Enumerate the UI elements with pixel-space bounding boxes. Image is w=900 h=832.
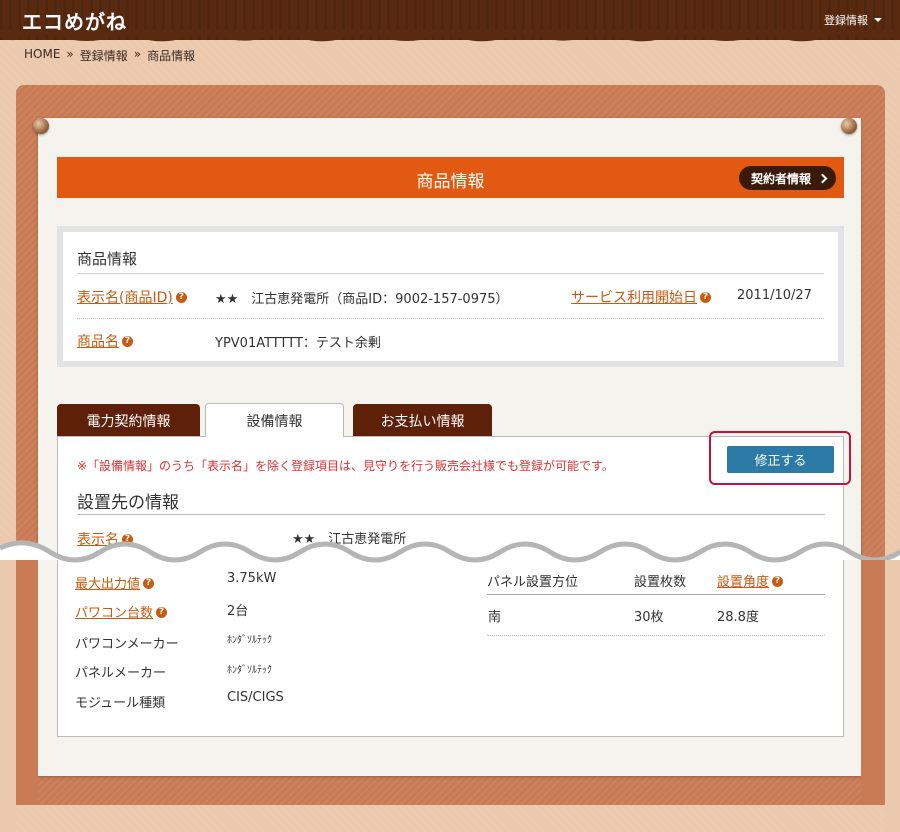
- help-icon[interactable]: ?: [700, 292, 711, 303]
- contractor-info-label: 契約者情報: [750, 171, 811, 186]
- table-cell-count: 30枚: [634, 610, 664, 625]
- pcs-count-link[interactable]: パワコン台数: [75, 606, 153, 621]
- tab-label: 電力契約情報: [86, 413, 171, 430]
- table-header-count: 設置枚数: [634, 575, 687, 590]
- tab-label: 設備情報: [246, 413, 303, 430]
- help-icon[interactable]: ?: [122, 336, 133, 347]
- table-header-angle-link[interactable]: 設置角度: [717, 575, 769, 590]
- breadcrumb-separator: »: [133, 47, 142, 61]
- section-title: 設置先の情報: [77, 493, 179, 513]
- help-icon[interactable]: ?: [156, 607, 168, 618]
- module-type-value: CIS/CIGS: [227, 690, 284, 705]
- service-start-value: 2011/10/27: [737, 288, 812, 303]
- divider: [77, 273, 824, 274]
- tab-label: お支払い情報: [380, 413, 465, 430]
- help-icon[interactable]: ?: [175, 292, 187, 303]
- panel-border: [57, 560, 58, 737]
- max-output-value: 3.75kW: [227, 571, 277, 586]
- chevron-right-icon: [817, 173, 828, 183]
- board-strip: [16, 560, 38, 805]
- caret-down-icon: [874, 18, 882, 22]
- page-title: 商品情報: [416, 172, 485, 192]
- module-type-label: モジュール種類: [75, 696, 166, 711]
- pcs-maker-label: パワコンメーカー: [75, 637, 179, 652]
- help-icon[interactable]: ?: [772, 576, 784, 587]
- tab-equipment[interactable]: 設備情報: [205, 403, 344, 437]
- board-strip: [861, 560, 885, 805]
- product-name-value: YPV01ATTTTT：テスト余剰: [215, 336, 381, 351]
- tab-power-contract[interactable]: 電力契約情報: [57, 404, 200, 437]
- tab-payment[interactable]: お支払い情報: [353, 404, 492, 437]
- edit-button[interactable]: 修正する: [727, 446, 834, 473]
- app-logo[interactable]: エコめがね: [22, 6, 127, 35]
- pcs-count-label: パワコン台数?: [75, 602, 168, 621]
- table-header-orientation: パネル設置方位: [487, 575, 579, 590]
- account-menu[interactable]: 登録情報: [824, 12, 882, 28]
- notice-text: ※「設備情報」のうち「表示名」を除く登録項目は、見守りを行う販売会社様でも登録が…: [77, 459, 614, 473]
- panel-maker-label: パネルメーカー: [75, 666, 167, 681]
- panel-border: [57, 736, 844, 737]
- divider: [77, 318, 824, 319]
- product-info-heading: 商品情報: [77, 250, 138, 268]
- divider: [487, 594, 825, 595]
- table-header-angle: 設置角度?: [717, 571, 784, 590]
- display-name-label: 表示名(商品ID)?: [77, 287, 187, 307]
- table-cell-angle: 28.8度: [717, 610, 759, 625]
- page-title-bar: 商品情報 契約者情報: [57, 157, 844, 198]
- product-info-box: 商品情報 表示名(商品ID)? ★★ 江古恵発電所（商品ID：9002-157-…: [57, 226, 844, 367]
- help-icon[interactable]: ?: [143, 578, 155, 589]
- product-name-label: 商品名?: [77, 331, 133, 351]
- display-name-label-post[interactable]: ): [167, 290, 172, 306]
- panel-maker-value: ﾎﾝﾀﾞｿﾙﾃｯｸ: [227, 665, 272, 676]
- contractor-info-button[interactable]: 契約者情報: [738, 166, 836, 190]
- pcs-maker-value: ﾎﾝﾀﾞｿﾙﾃｯｸ: [227, 635, 272, 646]
- breadcrumb: HOME » 登録情報 » 商品情報: [24, 47, 195, 64]
- paper-torn-edge: [40, 118, 860, 134]
- account-menu-label: 登録情報: [824, 14, 868, 27]
- display-name-label-pre[interactable]: 表示名(: [77, 290, 124, 306]
- service-start-label: サービス利用開始日?: [571, 287, 711, 307]
- max-output-link[interactable]: 最大出力値: [75, 577, 140, 592]
- paper-strip: [38, 560, 57, 776]
- product-id-link[interactable]: 商品ID: [124, 290, 167, 306]
- max-output-label: 最大出力値?: [75, 573, 155, 592]
- breadcrumb-registration[interactable]: 登録情報: [80, 47, 128, 64]
- service-start-link[interactable]: サービス利用開始日: [571, 290, 697, 306]
- panel-border: [843, 560, 844, 737]
- breadcrumb-home[interactable]: HOME: [24, 47, 60, 64]
- header-drip-edge: [0, 30, 900, 42]
- background-strip: [885, 560, 900, 832]
- divider: [77, 514, 825, 515]
- breadcrumb-separator: »: [66, 47, 74, 61]
- product-name-link[interactable]: 商品名: [77, 334, 119, 350]
- page-cut-wave-divider: [0, 540, 900, 572]
- pushpin-icon: [841, 118, 857, 134]
- edit-button-label: 修正する: [754, 454, 807, 469]
- background-strip: [0, 560, 16, 832]
- breadcrumb-current: 商品情報: [147, 49, 196, 63]
- paper-strip: [844, 560, 861, 776]
- divider: [487, 635, 825, 636]
- display-name-value: ★★ 江古恵発電所（商品ID：9002-157-0975）: [215, 292, 509, 307]
- pcs-count-value: 2台: [227, 604, 249, 619]
- table-cell-orientation: 南: [488, 610, 502, 625]
- pushpin-icon: [33, 118, 49, 134]
